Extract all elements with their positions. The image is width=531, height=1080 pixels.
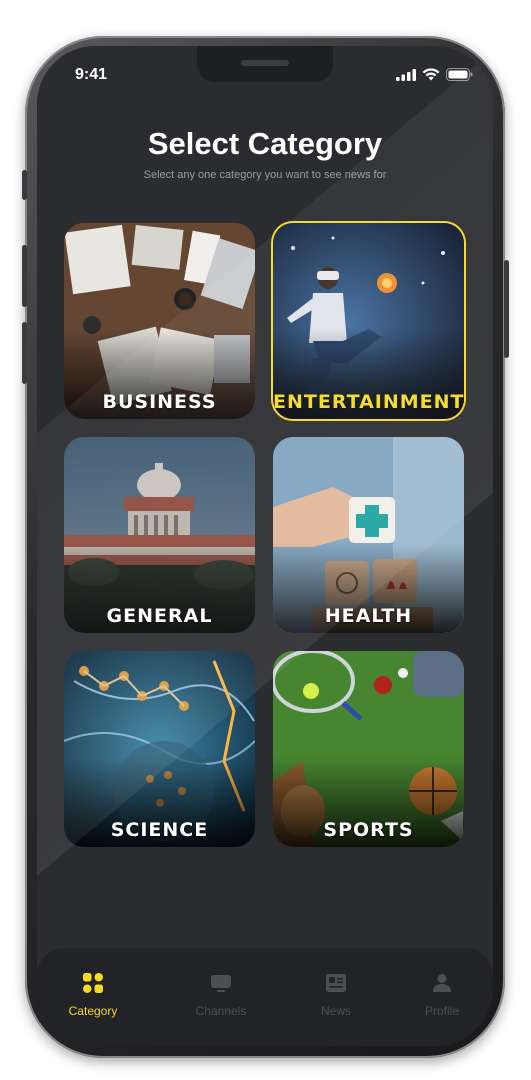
status-time: 9:41 xyxy=(75,66,108,83)
nav-item-channels[interactable]: Channels xyxy=(171,972,271,1020)
status-icons xyxy=(396,68,473,81)
volume-up-button xyxy=(22,245,27,307)
nav-label: Category xyxy=(68,1004,118,1018)
volume-down-button xyxy=(22,322,27,384)
notch xyxy=(197,46,333,82)
power-button xyxy=(504,260,509,358)
signal-icon xyxy=(396,68,416,81)
speaker-grille xyxy=(241,60,289,66)
category-label: BUSINESS xyxy=(102,391,217,413)
stage: 9:41 Select Category Select any one cate… xyxy=(0,0,531,1080)
nav-item-news[interactable]: News xyxy=(286,972,386,1020)
category-grid: BUSINESS ENTERTAINMENT GENERAL HEALTH SC… xyxy=(64,223,464,851)
nav-label: News xyxy=(320,1004,351,1018)
page-subtitle: Select any one category you want to see … xyxy=(143,169,387,181)
nav-label: Channels xyxy=(195,1004,247,1018)
nav-item-profile[interactable]: Profile xyxy=(392,972,492,1020)
category-label: ENTERTAINMENT xyxy=(273,391,464,413)
mute-switch xyxy=(22,170,27,200)
bottom-nav: Category Channels News Profile xyxy=(37,948,493,1046)
newspaper-icon xyxy=(326,974,346,992)
category-label: HEALTH xyxy=(324,605,413,627)
category-label: SCIENCE xyxy=(110,819,209,841)
nav-item-category[interactable]: Category xyxy=(43,972,143,1020)
nav-label: Profile xyxy=(424,1004,459,1018)
category-label: SPORTS xyxy=(323,819,414,841)
tv-icon xyxy=(211,975,231,992)
category-label: GENERAL xyxy=(106,605,213,627)
user-icon xyxy=(433,974,451,992)
grid-icon xyxy=(83,973,103,993)
category-tile-general[interactable]: GENERAL xyxy=(64,437,255,633)
category-tile-sports[interactable]: SPORTS xyxy=(273,651,464,847)
category-tile-entertainment[interactable]: ENTERTAINMENT xyxy=(273,223,464,419)
category-tile-science[interactable]: SCIENCE xyxy=(64,651,255,847)
battery-icon xyxy=(446,68,473,81)
page-title: Select Category xyxy=(147,126,383,161)
app-screen: 9:41 Select Category Select any one cate… xyxy=(37,46,493,1046)
category-tile-health[interactable]: HEALTH xyxy=(273,437,464,633)
category-tile-business[interactable]: BUSINESS xyxy=(64,223,255,419)
wifi-icon xyxy=(422,68,440,81)
